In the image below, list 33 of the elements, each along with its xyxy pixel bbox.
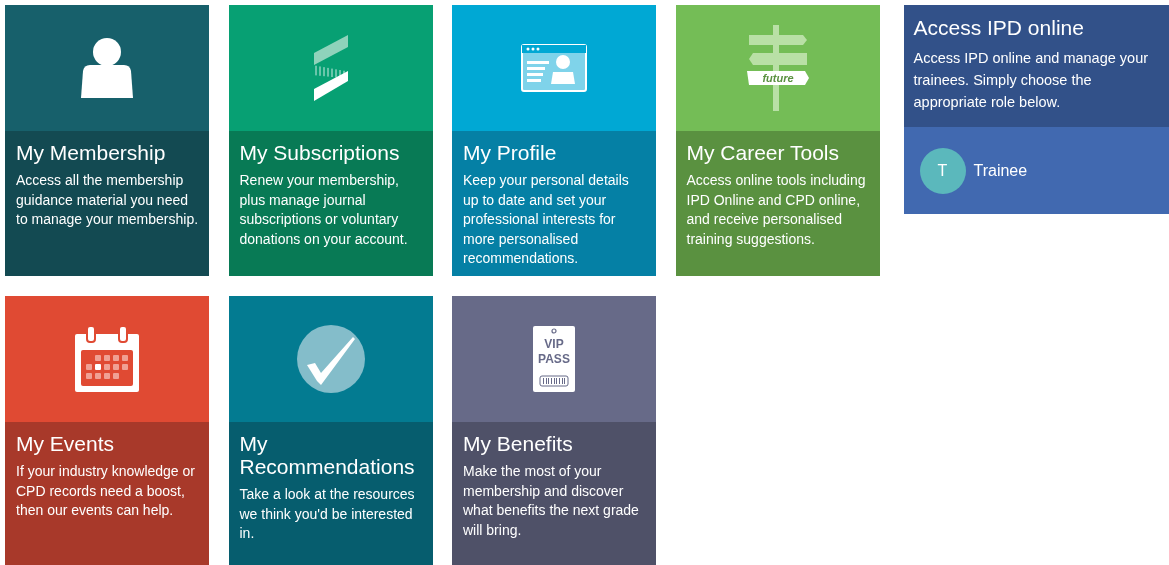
menu-tile[interactable]: VIP PASS My Benefits Make the most of your membership and discover what benefits the next grade will bring. bbox=[452, 296, 656, 565]
menu-tile[interactable]: My Subscriptions Renew your membership, plus manage journal subscriptions or voluntary donations on your account. bbox=[228, 5, 433, 276]
tile-description: Keep your personal details up to date and set your professional interests for more personalised recommendations. bbox=[463, 171, 630, 268]
tile-description: Access all the membership guidance material you need to manage your membership. bbox=[16, 171, 199, 229]
menu-tile[interactable]: My Events If your industry knowledge or CPD records need a boost, then our events can help. bbox=[5, 296, 209, 565]
tile-title: My Recommendations bbox=[239, 432, 416, 478]
tile-title: My Membership bbox=[16, 141, 167, 164]
barcode-icon bbox=[539, 375, 569, 387]
tile-title: My Subscriptions bbox=[239, 141, 401, 164]
menu-tile[interactable]: My Recommendations Take a look at the resources we think you'd be interested in. bbox=[228, 296, 433, 565]
tile-description: Take a look at the resources we think you'd be interested in. bbox=[239, 485, 416, 543]
tile-description: Renew your membership, plus manage journal subscriptions or voluntary donations on your account. bbox=[239, 171, 409, 249]
menu-tile[interactable]: future My Career Tools Access online tools including IPD Online and CPD online, and receive personalised training suggestions. bbox=[675, 5, 880, 276]
role-link[interactable]: Trainee bbox=[973, 161, 1028, 180]
s-shape-icon bbox=[311, 35, 350, 101]
panel-description: Access IPD online and manage your trainees. Simply choose the appropriate role below. bbox=[913, 49, 1150, 112]
menu-tile[interactable]: My Membership Access all the membership guidance material you need to manage your membership. bbox=[5, 5, 209, 276]
tile-title: My Profile bbox=[463, 141, 558, 164]
tile-title: My Benefits bbox=[463, 432, 574, 455]
tile-title: My Events bbox=[16, 432, 116, 455]
tile-description: If your industry knowledge or CPD records need a boost, then our events can help. bbox=[16, 462, 196, 520]
sign-label: future bbox=[761, 72, 794, 84]
signpost-icon bbox=[746, 25, 809, 111]
menu-tile[interactable]: My Profile Keep your personal details up to date and set your professional interests for more personalised recommendations. bbox=[452, 5, 656, 276]
tile-title: My Career Tools bbox=[686, 141, 840, 164]
pass-label: VIP bbox=[544, 337, 564, 351]
profile-window-icon bbox=[521, 44, 587, 92]
pass-label: PASS bbox=[538, 352, 570, 366]
calendar-icon bbox=[75, 326, 139, 392]
panel-title: Access IPD online bbox=[913, 15, 1085, 41]
tile-description: Make the most of your membership and discover what benefits the next grade will bring. bbox=[463, 462, 640, 540]
tile-description: Access online tools including IPD Online and CPD online, and receive personalised training suggestions. bbox=[686, 171, 867, 249]
check-circle-icon bbox=[296, 325, 365, 393]
